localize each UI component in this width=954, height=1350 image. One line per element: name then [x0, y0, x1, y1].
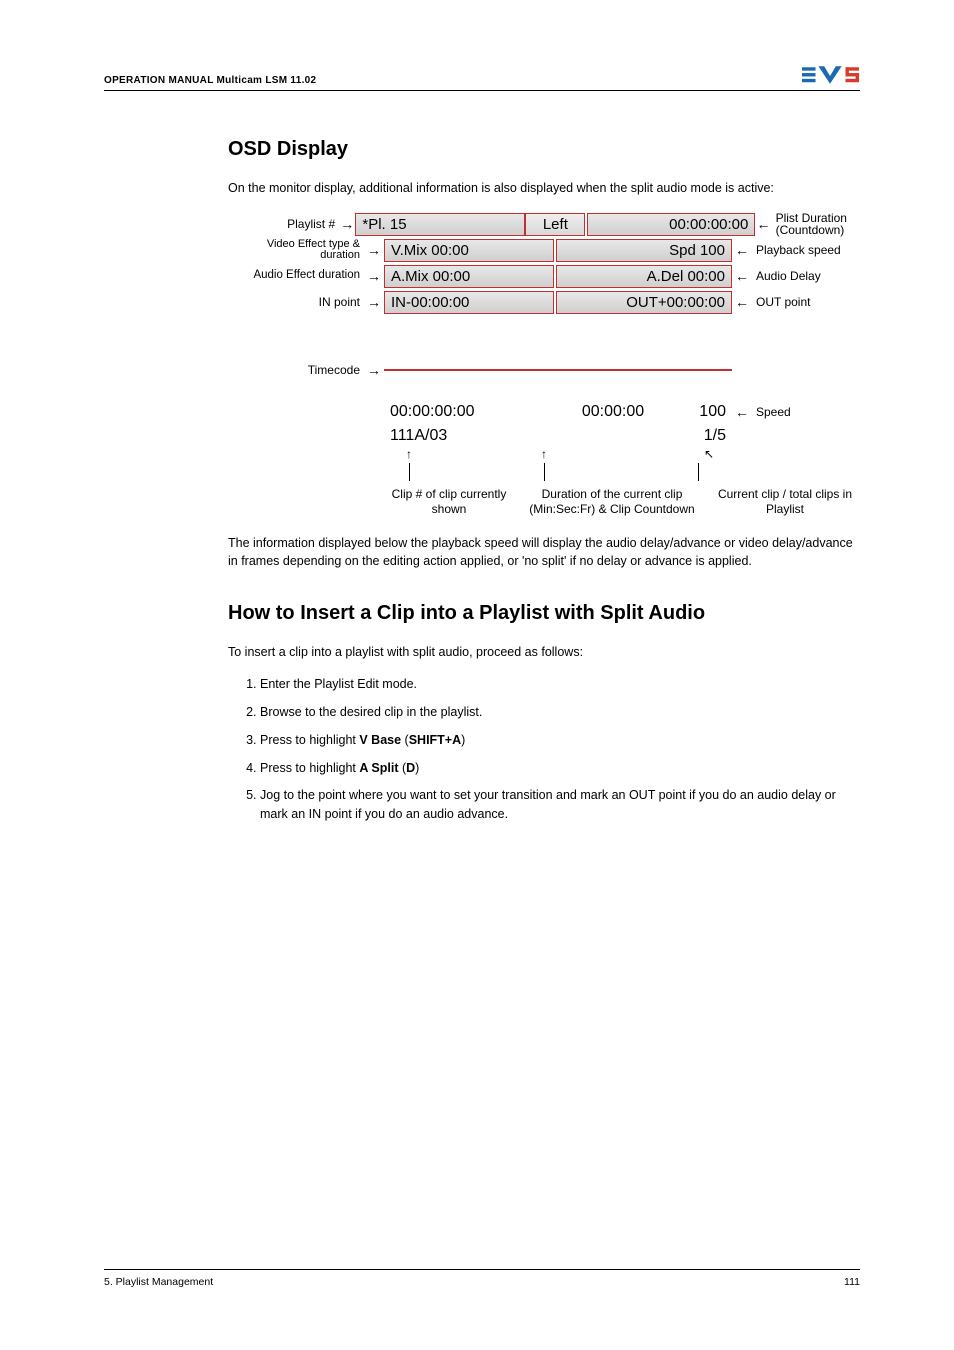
label-playlist: Playlist #	[228, 218, 339, 230]
header-rule	[104, 90, 860, 91]
label-clip-number: Clip # of clip currently shown	[384, 487, 514, 516]
main-content: OSD Display On the monitor display, addi…	[228, 138, 860, 833]
label-speed: Speed	[752, 406, 860, 418]
cell-amix: A.Mix 00:00	[384, 265, 554, 288]
arrow-right-icon: →	[339, 216, 355, 232]
cell-clip-id: 111A/03	[384, 427, 554, 445]
label-plist-duration: Plist Duration (Countdown)	[772, 212, 860, 236]
up-arrow-icon: ↑	[384, 447, 434, 481]
arrow-right-icon: →	[364, 268, 384, 284]
arrow-right-icon: →	[364, 294, 384, 310]
cell-left-label: Left	[525, 213, 585, 236]
insert-clip-heading: How to Insert a Clip into a Playlist wit…	[228, 602, 860, 625]
osd-display-heading: OSD Display	[228, 138, 860, 161]
arrow-right-icon: →	[364, 242, 384, 258]
osd-figure: Playlist # → *Pl. 15 Left 00:00:00:00 ← …	[228, 211, 860, 516]
label-current-total: Current clip / total clips in Playlist	[710, 487, 860, 516]
footer-section: 5. Playlist Management	[104, 1276, 213, 1288]
cell-plist-dur: 00:00:00:00	[587, 213, 755, 236]
cell-adel: A.Del 00:00	[556, 265, 732, 288]
label-audio-delay: Audio Delay	[752, 270, 860, 282]
step-1: Enter the Playlist Edit mode.	[260, 675, 860, 694]
label-clip-duration: Duration of the current clip (Min:Sec:Fr…	[514, 487, 710, 516]
step-5: Jog to the point where you want to set y…	[260, 786, 860, 824]
up-arrow-icon: ↖	[654, 447, 764, 481]
header-title: OPERATION MANUAL Multicam LSM 11.02	[104, 75, 316, 86]
osd-intro-text: On the monitor display, additional infor…	[228, 179, 860, 197]
label-video-effect: Video Effect type & duration	[228, 239, 364, 261]
cell-timecode: 00:00:00:00	[384, 401, 554, 423]
arrow-left-icon: ←	[732, 294, 752, 310]
label-audio-effect-duration: Audio Effect duration	[228, 270, 364, 282]
page-header: OPERATION MANUAL Multicam LSM 11.02	[0, 64, 954, 86]
label-playback-speed: Playback speed	[752, 244, 860, 256]
label-out-point: OUT point	[752, 296, 860, 308]
evs-logo	[802, 64, 860, 86]
arrow-left-icon: ←	[732, 242, 752, 258]
footer-page-number: 111	[844, 1276, 860, 1288]
cell-clip-pos: 1/5	[672, 427, 732, 445]
cell-in: IN-00:00:00	[384, 291, 554, 314]
step-2: Browse to the desired clip in the playli…	[260, 703, 860, 722]
cell-clip-duration: 00:00:00	[554, 401, 672, 423]
up-arrow-icon: ↑	[434, 447, 654, 481]
cell-speed: 100	[672, 401, 732, 423]
cell-spd: Spd 100	[556, 239, 732, 262]
page-footer: 5. Playlist Management 111	[104, 1269, 860, 1288]
video-preview-area	[384, 369, 732, 371]
arrow-left-icon: ←	[755, 216, 771, 232]
step-4: Press to highlight A Split (D)	[260, 759, 860, 778]
arrow-left-icon: ←	[732, 268, 752, 284]
arrow-right-icon: →	[364, 362, 384, 378]
arrow-left-icon: ←	[732, 404, 752, 420]
step-3: Press to highlight V Base (SHIFT+A)	[260, 731, 860, 750]
spd-value: Spd 100	[669, 242, 725, 259]
cell-vmix: V.Mix 00:00	[384, 239, 554, 262]
steps-list: Enter the Playlist Edit mode. Browse to …	[228, 675, 860, 824]
label-in-point: IN point	[228, 296, 364, 308]
cell-pl: *Pl. 15	[355, 213, 525, 236]
osd-info-text: The information displayed below the play…	[228, 534, 860, 570]
insert-clip-intro: To insert a clip into a playlist with sp…	[228, 643, 860, 661]
cell-out: OUT+00:00:00	[556, 291, 732, 314]
label-timecode: Timecode	[228, 364, 364, 376]
